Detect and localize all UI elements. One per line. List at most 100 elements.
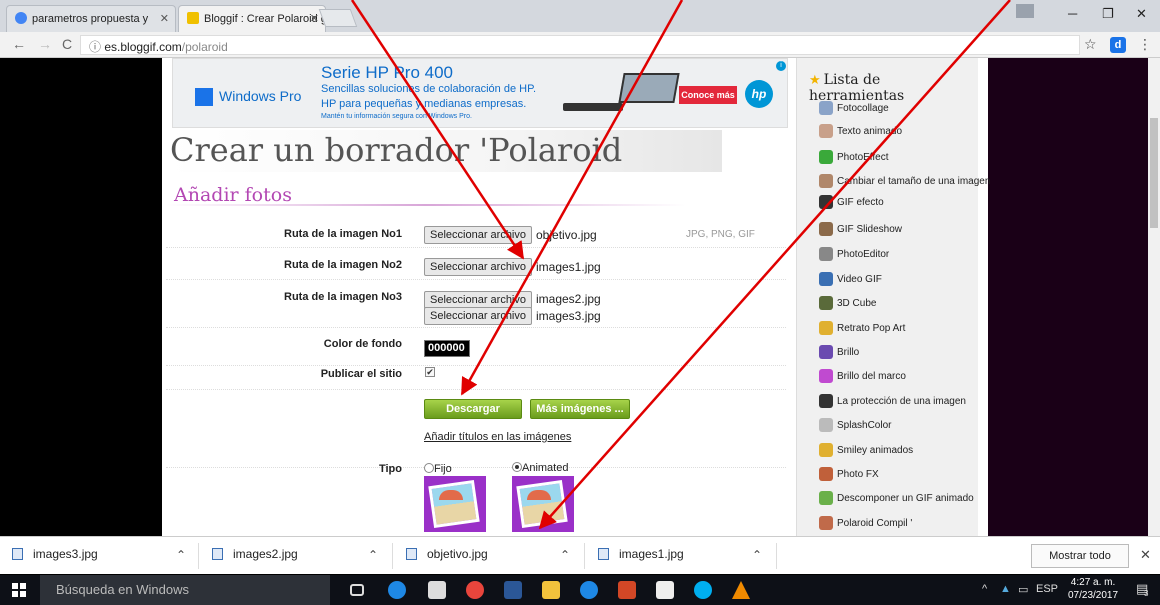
bookmark-star-icon[interactable]: ☆	[1084, 36, 1097, 53]
download-filename: images1.jpg	[619, 547, 684, 561]
file-name-2: images1.jpg	[536, 260, 601, 274]
tool-icon	[819, 443, 833, 457]
task-view-icon[interactable]	[350, 584, 364, 596]
windows-taskbar: Búsqueda en Windows ^ ▲ ▭ ESP 4:27 a. m.…	[0, 575, 1160, 605]
download-item[interactable]: images3.jpg	[12, 547, 98, 561]
hp-ad-banner[interactable]: Windows Pro Serie HP Pro 400 Sencillas s…	[172, 58, 788, 128]
tool-icon	[819, 345, 833, 359]
vlc-icon[interactable]	[732, 581, 750, 599]
tab-strip: parametros propuesta y ✕ Bloggif : Crear…	[0, 0, 1160, 32]
file-name-3: images2.jpg	[536, 292, 601, 306]
tab-bloggif[interactable]: Bloggif : Crear Polaroid g ✕	[178, 5, 326, 32]
clock-time: 4:27 a. m.	[1070, 577, 1116, 588]
tool-icon	[819, 272, 833, 286]
file-explorer-icon[interactable]	[542, 581, 560, 599]
download-button[interactable]: Descargar	[424, 399, 522, 419]
animated-preview-image[interactable]	[512, 476, 574, 532]
publish-checkbox[interactable]: ✔	[425, 367, 435, 377]
tool-label: La protección de una imagen	[837, 396, 966, 407]
tool-icon	[819, 195, 833, 209]
tool-label: Video GIF	[837, 274, 882, 285]
internet-explorer-icon[interactable]	[580, 581, 598, 599]
radio-fijo[interactable]	[424, 463, 434, 473]
divider	[198, 543, 199, 569]
close-downloads-icon[interactable]: ✕	[1140, 547, 1151, 563]
url-path: /polaroid	[181, 40, 228, 54]
back-icon[interactable]: ←	[12, 36, 26, 52]
download-filename: images3.jpg	[33, 547, 98, 561]
minimize-icon[interactable]: ─	[1068, 6, 1077, 21]
star-icon: ★	[809, 73, 821, 88]
tool-icon	[819, 150, 833, 164]
show-all-button[interactable]: Mostrar todo	[1031, 544, 1129, 568]
info-icon[interactable]: ⓘ	[89, 40, 101, 54]
google-icon	[15, 12, 27, 24]
menu-icon[interactable]: ⋮	[1138, 36, 1152, 53]
close-window-icon[interactable]: ✕	[1136, 6, 1147, 22]
reload-icon[interactable]: C	[62, 36, 72, 52]
chevron-up-icon[interactable]: ⌃	[560, 548, 570, 562]
divider	[776, 543, 777, 569]
ad-info-icon[interactable]: i	[776, 61, 786, 71]
scrollbar-thumb[interactable]	[1150, 118, 1158, 228]
skype-icon[interactable]	[694, 581, 712, 599]
add-titles-link[interactable]: Añadir títulos en las imágenes	[424, 431, 571, 443]
download-item[interactable]: images2.jpg	[212, 547, 298, 561]
tool-label: Texto animado	[837, 126, 903, 137]
taskbar-search-input[interactable]: Búsqueda en Windows	[40, 575, 330, 605]
chevron-up-icon[interactable]: ⌃	[752, 548, 762, 562]
powerpoint-icon[interactable]	[618, 581, 636, 599]
tab-label: parametros propuesta y	[32, 13, 149, 25]
close-tab-icon[interactable]: ✕	[160, 12, 169, 25]
extension-icon[interactable]: d	[1110, 37, 1126, 53]
tool-icon	[819, 418, 833, 432]
tool-label: Brillo del marco	[837, 371, 906, 382]
new-tab-button[interactable]	[318, 9, 358, 27]
download-item[interactable]: objetivo.jpg	[406, 547, 488, 561]
download-filename: objetivo.jpg	[427, 547, 488, 561]
clock[interactable]: 4:27 a. m. 07/23/2017	[1068, 576, 1118, 602]
type-label: Tipo	[378, 463, 402, 475]
address-bar[interactable]: ⓘ es.bloggif.com/polaroid	[80, 35, 1080, 55]
chevron-up-icon[interactable]: ⌃	[176, 548, 186, 562]
chevron-up-icon[interactable]: ⌃	[368, 548, 378, 562]
fijo-preview-image[interactable]	[424, 476, 486, 532]
edge-icon[interactable]	[388, 581, 406, 599]
more-images-button[interactable]: Más imágenes ...	[530, 399, 630, 419]
tool-icon	[819, 296, 833, 310]
select-file-button-1[interactable]: Seleccionar archivo	[424, 226, 532, 244]
select-file-button-4[interactable]: Seleccionar archivo	[424, 307, 532, 325]
tool-label: Fotocollage	[837, 103, 889, 114]
download-item[interactable]: images1.jpg	[598, 547, 684, 561]
select-file-button-2[interactable]: Seleccionar archivo	[424, 258, 532, 276]
battery-icon[interactable]: ▭	[1018, 583, 1028, 596]
ad-line2: HP para pequeñas y medianas empresas.	[321, 98, 527, 110]
profile-icon[interactable]	[1016, 4, 1034, 18]
page-title: Crear un borrador 'Polaroid	[168, 130, 722, 172]
ad-cta-button[interactable]: Conoce más	[679, 86, 737, 104]
store-icon[interactable]	[428, 581, 446, 599]
word-icon[interactable]	[504, 581, 522, 599]
close-tab-icon[interactable]: ✕	[310, 12, 319, 25]
tab-label: Bloggif : Crear Polaroid g	[204, 13, 326, 25]
windows-start-icon[interactable]	[12, 583, 26, 597]
forward-icon[interactable]: →	[38, 36, 52, 52]
page-viewport: Windows Pro Serie HP Pro 400 Sencillas s…	[0, 58, 1160, 536]
tray-up-icon[interactable]: ^	[982, 583, 987, 595]
color-input[interactable]: 000000	[424, 340, 470, 357]
tool-icon	[819, 491, 833, 505]
divider	[392, 543, 393, 569]
divider	[584, 543, 585, 569]
tools-sidebar: ★ Lista de herramientas Fotocollage Texto …	[796, 58, 990, 536]
ad-small-text: Mantén tu información segura con Windows…	[321, 113, 472, 120]
radio-animated[interactable]	[512, 462, 522, 472]
mail-icon[interactable]	[656, 581, 674, 599]
tab-parametros[interactable]: parametros propuesta y ✕	[6, 5, 176, 32]
url-host: es.bloggif.com	[104, 40, 182, 54]
network-icon[interactable]: ▲	[1000, 583, 1011, 595]
file-name-1: objetivo.jpg	[536, 228, 597, 242]
tool-label: Smiley animados	[837, 445, 914, 456]
language-indicator[interactable]: ESP	[1036, 583, 1058, 595]
chrome-icon[interactable]	[466, 581, 484, 599]
maximize-icon[interactable]: ❐	[1102, 6, 1114, 22]
